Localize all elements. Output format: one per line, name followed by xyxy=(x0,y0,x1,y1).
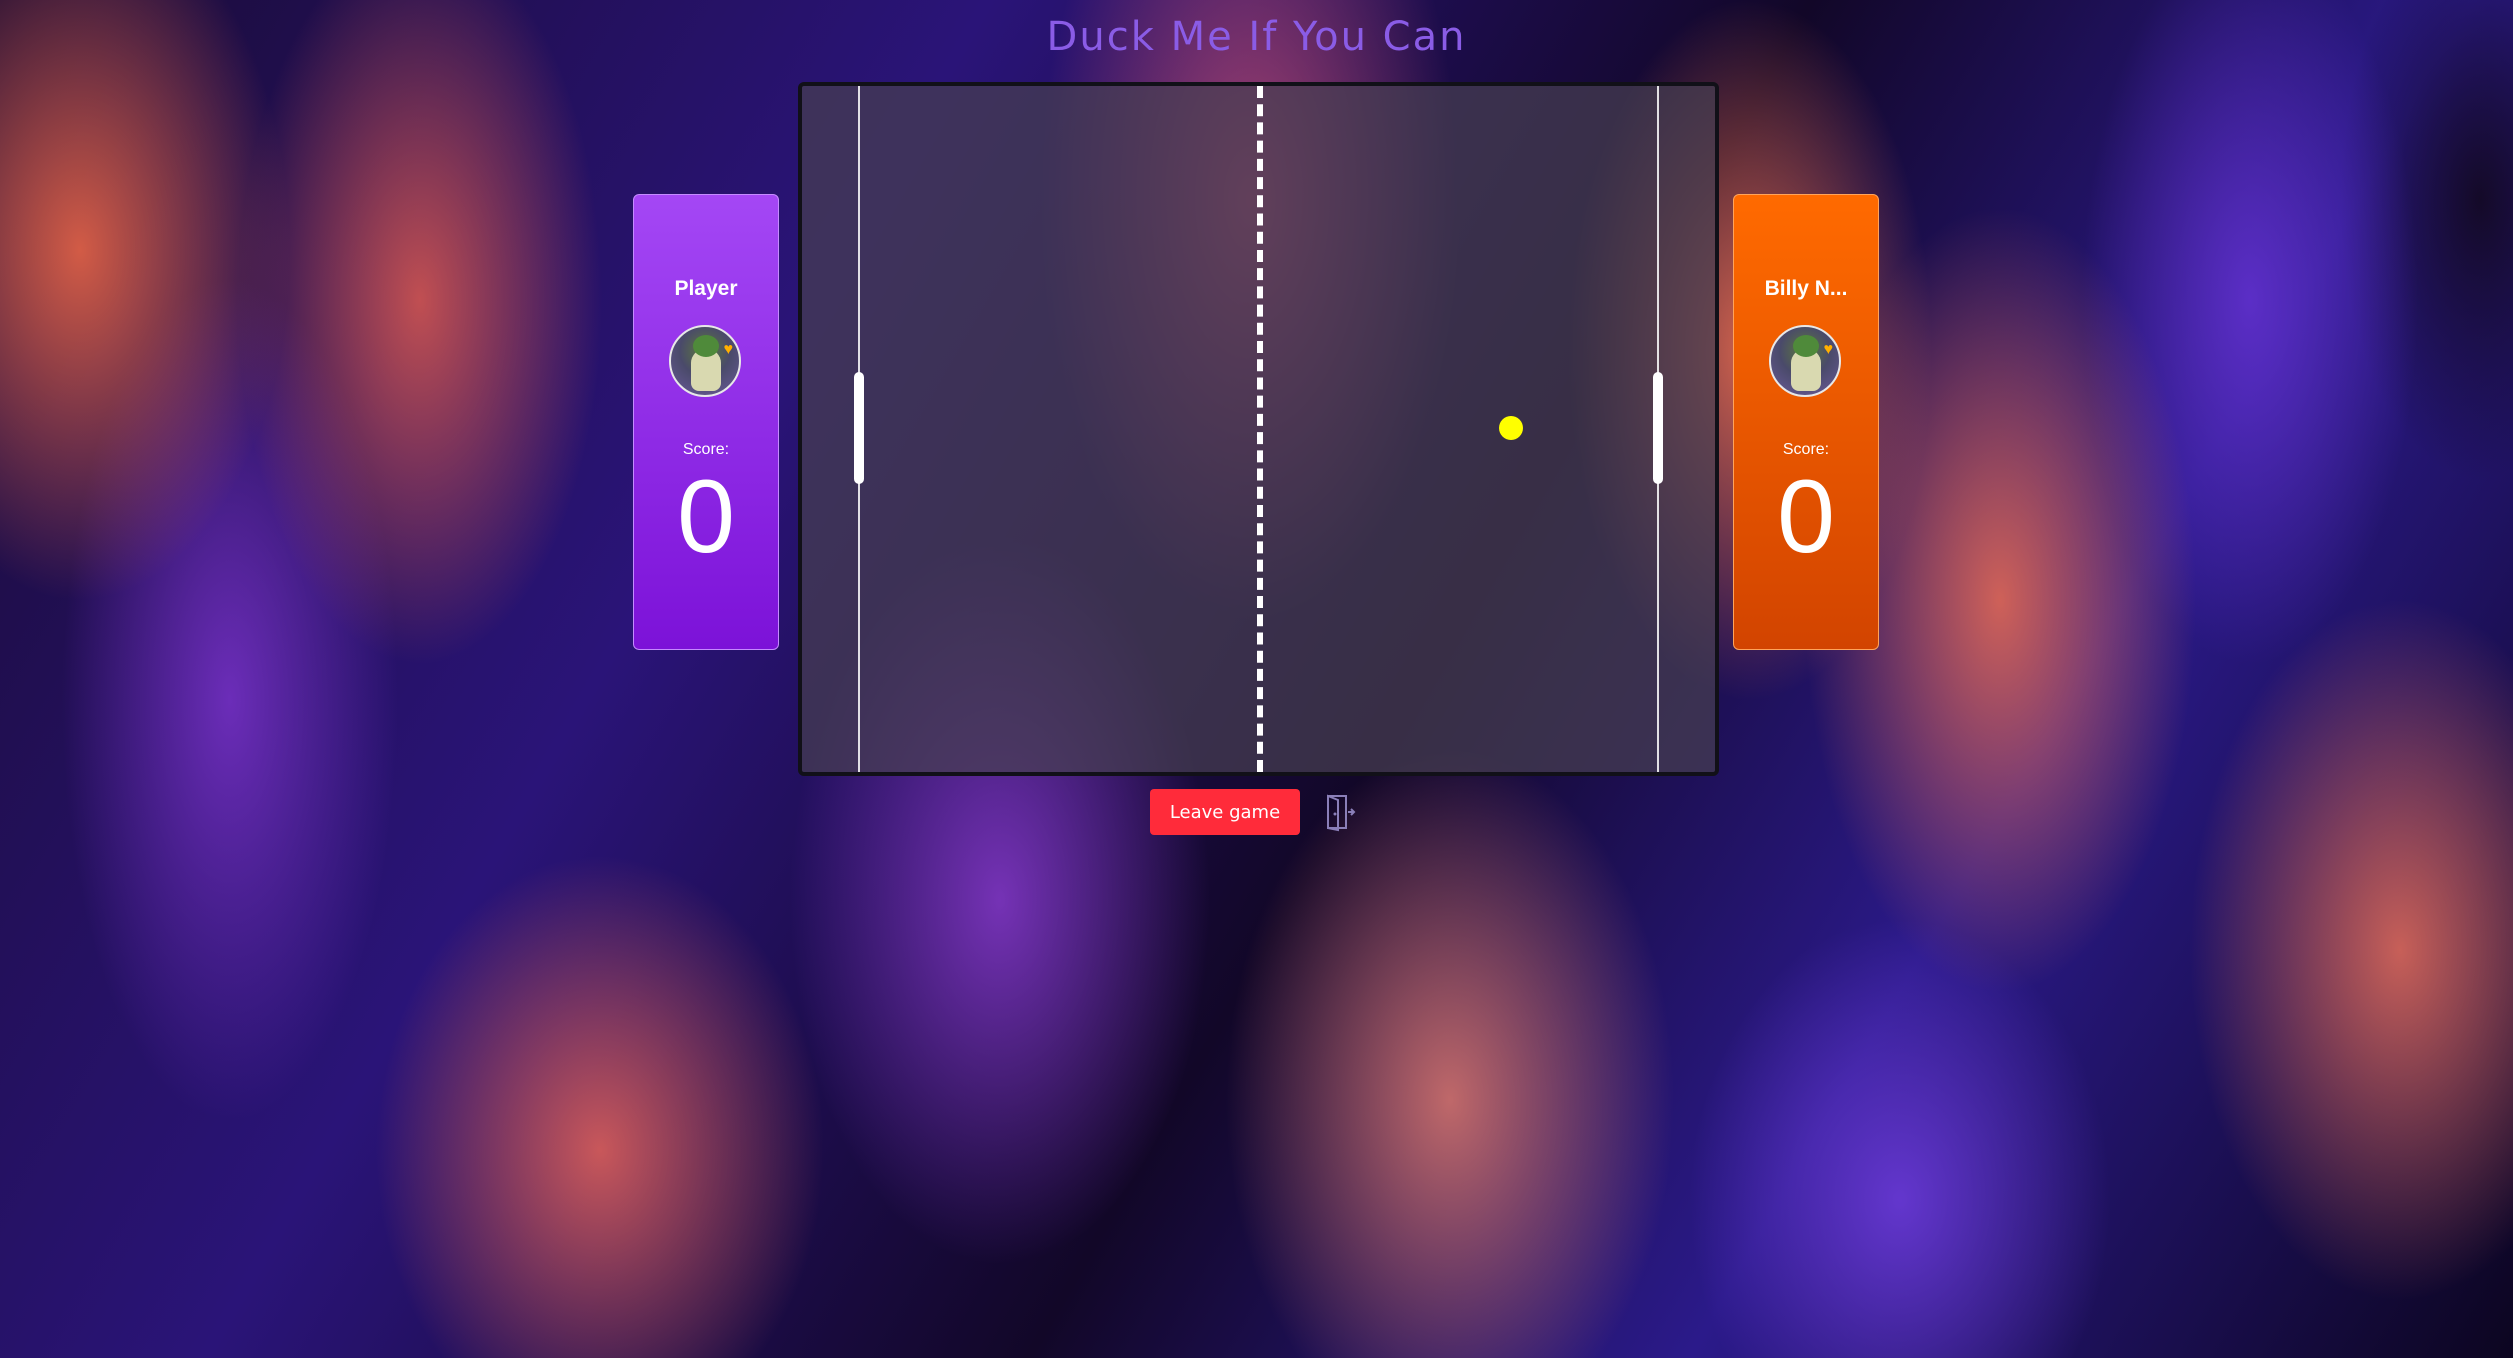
leave-game-button[interactable]: Leave game xyxy=(1150,789,1300,835)
opponent-score: 0 xyxy=(1777,459,1835,575)
right-paddle xyxy=(1653,372,1663,484)
game-title: Duck Me If You Can xyxy=(1046,14,1467,60)
opponent-avatar: ♥ xyxy=(1769,325,1841,397)
player-score: 0 xyxy=(677,459,735,575)
heart-icon: ♥ xyxy=(723,341,734,358)
player-name: Player xyxy=(674,277,738,300)
heart-icon: ♥ xyxy=(1823,341,1834,358)
opponent-name: Billy N... xyxy=(1764,277,1848,300)
left-paddle[interactable] xyxy=(854,372,864,484)
opponent-card: Billy N... ♥ Score: 0 xyxy=(1733,194,1879,650)
ball xyxy=(1499,416,1523,440)
duck-head-icon xyxy=(693,335,719,357)
center-net-line xyxy=(1257,86,1263,772)
player-card: Player ♥ Score: 0 xyxy=(633,194,779,650)
player-avatar: ♥ xyxy=(669,325,741,397)
pong-court xyxy=(798,82,1719,776)
exit-door-icon[interactable] xyxy=(1320,792,1356,832)
duck-head-icon xyxy=(1793,335,1819,357)
